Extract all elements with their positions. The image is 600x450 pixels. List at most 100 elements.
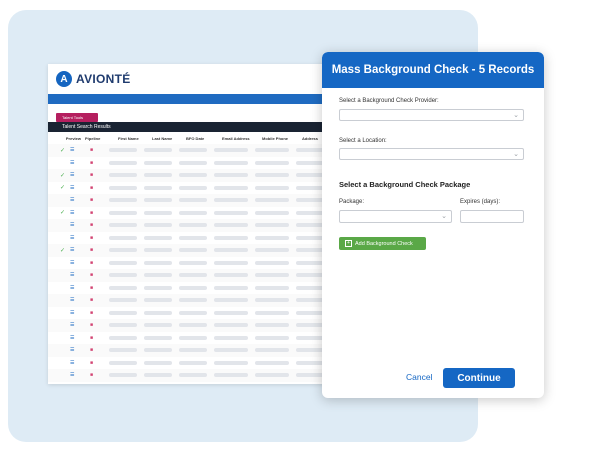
preview-icon[interactable]: ☰ [70,197,76,203]
expires-input[interactable] [460,210,524,223]
placeholder-cell [255,285,289,290]
preview-icon[interactable]: ☰ [70,172,76,178]
pipeline-icon[interactable]: ■ [90,310,102,316]
cancel-button[interactable]: Cancel [406,372,432,382]
provider-select[interactable]: ⌄ [339,109,524,121]
table-row[interactable]: ☰ ■ [48,319,348,332]
checkmark-icon[interactable]: ✓ [60,184,68,191]
placeholder-cell [255,273,289,278]
pipeline-icon[interactable]: ■ [90,247,102,253]
pipeline-icon[interactable]: ■ [90,285,102,291]
preview-icon[interactable]: ☰ [70,247,76,253]
placeholder-cell [109,348,137,353]
preview-icon[interactable]: ☰ [70,285,76,291]
table-row[interactable]: ☰ ■ [48,157,348,170]
preview-icon[interactable]: ☰ [70,310,76,316]
placeholder-cell [214,148,248,153]
pipeline-icon[interactable]: ■ [90,160,102,166]
table-row[interactable]: ✓ ☰ ■ [48,207,348,220]
tab-talent-tools[interactable]: Talent Tools [56,113,98,122]
preview-icon[interactable]: ☰ [70,222,76,228]
placeholder-cell [255,323,289,328]
preview-icon[interactable]: ☰ [70,360,76,366]
pipeline-icon[interactable]: ■ [90,272,102,278]
preview-icon[interactable]: ☰ [70,260,76,266]
table-row[interactable]: ☰ ■ [48,232,348,245]
checkmark-icon[interactable]: ✓ [60,209,68,216]
table-row[interactable]: ✓ ☰ ■ [48,244,348,257]
table-row[interactable]: ☰ ■ [48,219,348,232]
table-row[interactable]: ☰ ■ [48,294,348,307]
placeholder-cell [179,373,207,378]
preview-icon[interactable]: ☰ [70,335,76,341]
pipeline-icon[interactable]: ■ [90,322,102,328]
col-email[interactable]: Email Address [222,136,262,141]
table-row[interactable]: ☰ ■ [48,357,348,370]
checkmark-icon[interactable]: ✓ [60,247,68,254]
table-row[interactable]: ✓ ☰ ■ [48,182,348,195]
col-pipeline[interactable]: Pipeline [85,136,118,141]
placeholder-cell [179,323,207,328]
pipeline-icon[interactable]: ■ [90,335,102,341]
pipeline-icon[interactable]: ■ [90,222,102,228]
col-last-name[interactable]: Last Name [152,136,186,141]
preview-icon[interactable]: ☰ [70,347,76,353]
pipeline-icon[interactable]: ■ [90,372,102,378]
checkmark-icon[interactable]: ✓ [60,172,68,179]
package-select[interactable]: ⌄ [339,210,452,223]
app-nav-bar [48,94,348,104]
placeholder-cell [109,210,137,215]
table-row[interactable]: ☰ ■ [48,282,348,295]
preview-icon[interactable]: ☰ [70,147,76,153]
placeholder-cell [179,348,207,353]
table-row[interactable]: ☰ ■ [48,307,348,320]
pipeline-icon[interactable]: ■ [90,185,102,191]
preview-icon[interactable]: ☰ [70,210,76,216]
col-bfo-date[interactable]: BFO Date [186,136,222,141]
placeholder-cell [255,310,289,315]
placeholder-cell [144,348,172,353]
table-row[interactable]: ☰ ■ [48,369,348,382]
table-row[interactable]: ☰ ■ [48,332,348,345]
placeholder-cell [214,310,248,315]
pipeline-icon[interactable]: ■ [90,347,102,353]
col-mobile[interactable]: Mobile Phone [262,136,302,141]
placeholder-cell [214,198,248,203]
preview-icon[interactable]: ☰ [70,322,76,328]
placeholder-cell [144,360,172,365]
table-row[interactable]: ☰ ■ [48,269,348,282]
preview-icon[interactable]: ☰ [70,272,76,278]
col-preview[interactable]: Preview [48,136,81,141]
location-select[interactable]: ⌄ [339,148,524,160]
pipeline-icon[interactable]: ■ [90,260,102,266]
preview-icon[interactable]: ☰ [70,235,76,241]
placeholder-cell [144,373,172,378]
placeholder-cell [179,173,207,178]
table-row[interactable]: ☰ ■ [48,194,348,207]
col-first-name[interactable]: First Name [118,136,152,141]
app-window: A AVIONTÉ Talent Tools Talent Search Res… [48,64,348,384]
chevron-down-icon: ⌄ [441,213,447,220]
placeholder-cell [179,148,207,153]
table-row[interactable]: ✓ ☰ ■ [48,144,348,157]
table-row[interactable]: ☰ ■ [48,344,348,357]
checkmark-icon[interactable]: ✓ [60,147,68,154]
pipeline-icon[interactable]: ■ [90,172,102,178]
chevron-down-icon: ⌄ [513,151,519,158]
preview-icon[interactable]: ☰ [70,297,76,303]
preview-icon[interactable]: ☰ [70,372,76,378]
pipeline-icon[interactable]: ■ [90,210,102,216]
pipeline-icon[interactable]: ■ [90,197,102,203]
add-background-check-button[interactable]: + Add Background Check [339,237,426,250]
table-row[interactable]: ☰ ■ [48,257,348,270]
pipeline-icon[interactable]: ■ [90,147,102,153]
plus-icon: + [345,240,352,247]
table-row[interactable]: ✓ ☰ ■ [48,169,348,182]
continue-button[interactable]: Continue [443,368,515,388]
pipeline-icon[interactable]: ■ [90,235,102,241]
pipeline-icon[interactable]: ■ [90,297,102,303]
placeholder-cell [214,273,248,278]
pipeline-icon[interactable]: ■ [90,360,102,366]
preview-icon[interactable]: ☰ [70,160,76,166]
preview-icon[interactable]: ☰ [70,185,76,191]
